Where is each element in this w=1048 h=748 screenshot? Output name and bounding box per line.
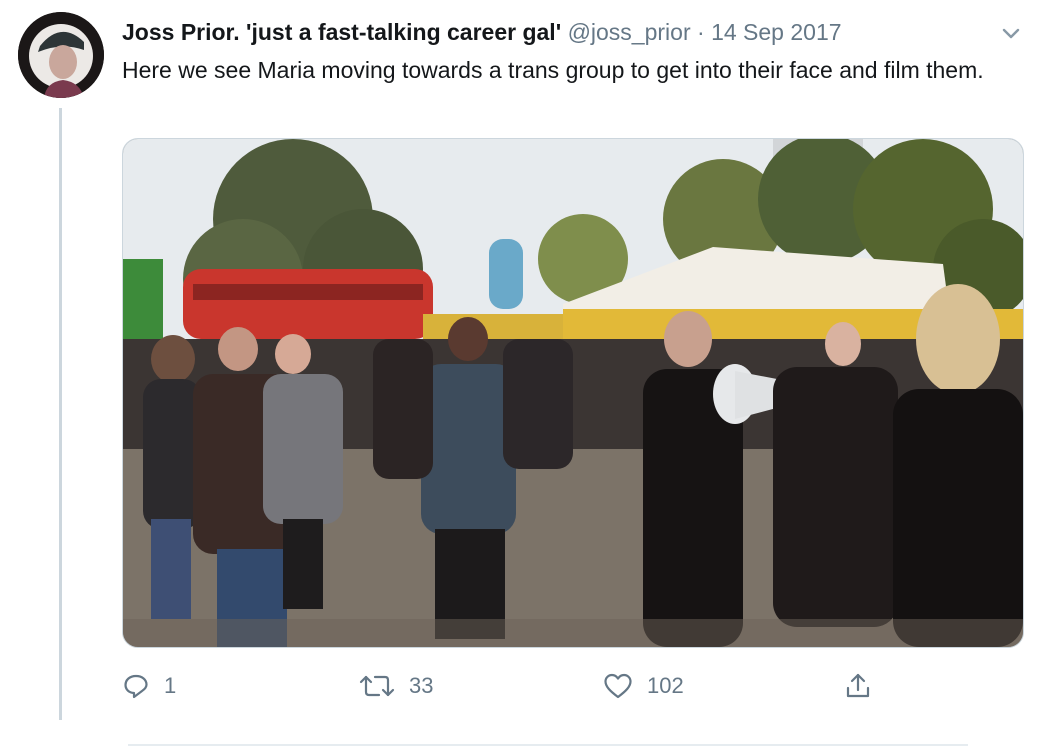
reply-icon — [124, 674, 148, 699]
tweet-text: Here we see Maria moving towards a trans… — [122, 57, 984, 83]
like-button[interactable]: 102 — [603, 666, 684, 706]
heart-icon — [604, 673, 632, 699]
avatar[interactable] — [18, 12, 104, 98]
like-count: 102 — [647, 673, 684, 698]
tweet-actions: 1 33 102 — [122, 666, 1022, 706]
tweet-media-photo[interactable] — [122, 138, 1024, 648]
retweet-button[interactable]: 33 — [359, 666, 433, 706]
user-handle[interactable]: @joss_prior — [568, 19, 691, 45]
reply-count: 1 — [164, 673, 177, 698]
share-button[interactable] — [844, 666, 886, 706]
chevron-down-icon[interactable] — [1000, 22, 1022, 44]
thread-line — [59, 108, 62, 720]
share-icon — [846, 673, 870, 698]
display-name[interactable]: Joss Prior. 'just a fast-talking career … — [122, 19, 561, 45]
tweet-date[interactable]: 14 Sep 2017 — [711, 19, 841, 45]
retweet-count: 33 — [409, 673, 434, 698]
tweet-header: Joss Prior. 'just a fast-talking career … — [122, 17, 978, 47]
separator-dot: · — [697, 19, 705, 45]
divider — [128, 744, 968, 746]
retweet-icon — [359, 675, 395, 697]
reply-button[interactable]: 1 — [122, 666, 176, 706]
